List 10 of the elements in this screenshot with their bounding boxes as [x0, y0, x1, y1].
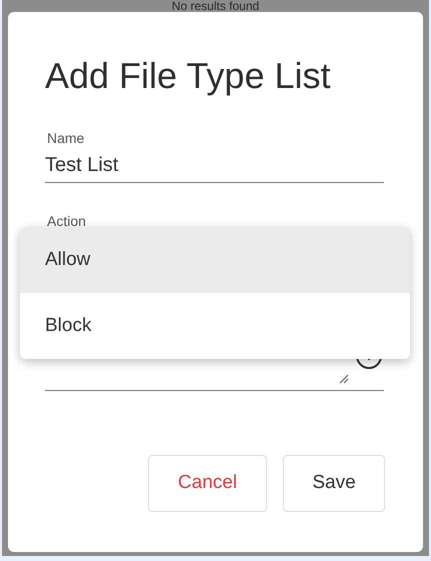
resize-handle-icon[interactable]	[339, 374, 349, 384]
cancel-button[interactable]: Cancel	[148, 455, 267, 512]
menu-option[interactable]: Block	[20, 293, 410, 359]
dialog-title: Add File Type List	[45, 56, 332, 96]
name-input-field[interactable]: Test List	[45, 146, 384, 183]
field-label: Name	[46, 130, 86, 146]
menu-option[interactable]: Allow	[20, 227, 410, 293]
field-label: Action	[46, 213, 87, 229]
empty-message: No results found	[172, 0, 260, 12]
save-button[interactable]: Save	[283, 455, 385, 512]
